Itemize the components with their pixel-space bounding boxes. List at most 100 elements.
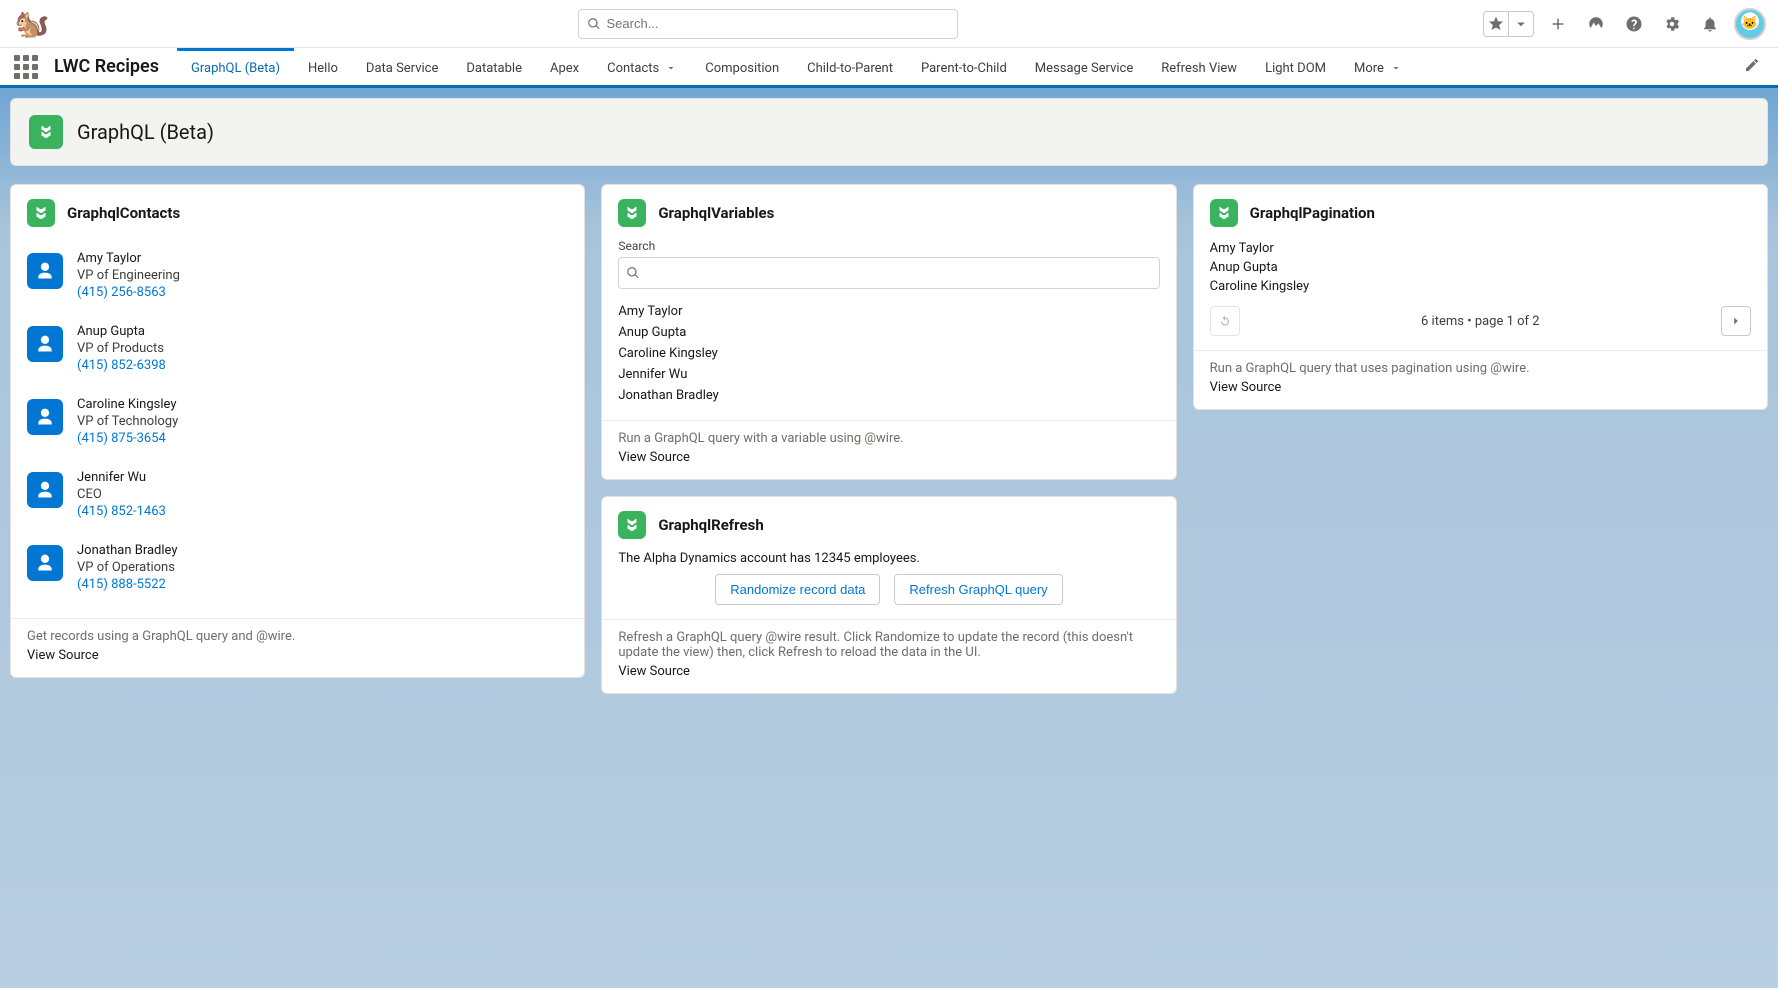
card-graphql-contacts: GraphqlContacts Amy Taylor VP of Enginee…	[10, 184, 585, 678]
refresh-query-button[interactable]: Refresh GraphQL query	[894, 574, 1062, 605]
card-desc: Run a GraphQL query with a variable usin…	[618, 431, 1159, 446]
tab-refresh-view[interactable]: Refresh View	[1147, 48, 1251, 85]
view-source-link[interactable]: View Source	[1210, 380, 1751, 395]
list-item: Caroline Kingsley	[618, 343, 1159, 364]
add-icon[interactable]	[1544, 10, 1572, 38]
search-icon	[587, 17, 601, 31]
app-launcher-icon[interactable]	[10, 51, 42, 83]
card-title: GraphqlContacts	[67, 204, 180, 222]
recipe-icon	[27, 199, 55, 227]
search-label: Search	[618, 239, 1159, 253]
contact-phone[interactable]: (415) 888-5522	[77, 577, 178, 592]
refresh-message: The Alpha Dynamics account has 12345 emp…	[618, 551, 1159, 566]
tab-child-to-parent[interactable]: Child-to-Parent	[793, 48, 907, 85]
list-item: Anup Gupta	[618, 322, 1159, 343]
view-source-link[interactable]: View Source	[27, 648, 568, 663]
card-desc: Get records using a GraphQL query and @w…	[27, 629, 568, 644]
pagination-bar: 6 items • page 1 of 2	[1210, 306, 1751, 336]
tab-parent-to-child[interactable]: Parent-to-Child	[907, 48, 1021, 85]
tab-contacts-label: Contacts	[607, 61, 659, 76]
list-item: Jonathan Bradley	[618, 385, 1159, 406]
favorite-star-icon[interactable]	[1484, 12, 1508, 36]
randomize-button[interactable]: Randomize record data	[715, 574, 880, 605]
contact-item: Jennifer Wu CEO (415) 852-1463	[27, 458, 568, 531]
contact-icon	[27, 472, 63, 508]
page-body: GraphQL (Beta) GraphqlContacts Amy Taylo…	[0, 88, 1778, 988]
tab-message-service[interactable]: Message Service	[1021, 48, 1147, 85]
page-title: GraphQL (Beta)	[77, 120, 214, 144]
contact-item: Amy Taylor VP of Engineering (415) 256-8…	[27, 239, 568, 312]
contact-name: Caroline Kingsley	[77, 397, 178, 412]
contact-item: Jonathan Bradley VP of Operations (415) …	[27, 531, 568, 604]
contact-icon	[27, 326, 63, 362]
trailhead-icon[interactable]	[1582, 10, 1610, 38]
list-item: Jennifer Wu	[618, 364, 1159, 385]
reset-page-button[interactable]	[1210, 306, 1240, 336]
global-search[interactable]	[578, 9, 958, 39]
tab-light-dom[interactable]: Light DOM	[1251, 48, 1340, 85]
contact-phone[interactable]: (415) 852-6398	[77, 358, 166, 373]
tab-more[interactable]: More	[1340, 48, 1416, 85]
app-name: LWC Recipes	[54, 56, 159, 77]
tab-composition[interactable]: Composition	[691, 48, 793, 85]
variables-search-input[interactable]	[618, 257, 1159, 289]
favorites-group	[1483, 11, 1534, 37]
tab-hello[interactable]: Hello	[294, 48, 352, 85]
contact-name: Anup Gupta	[77, 324, 166, 339]
tab-contacts[interactable]: Contacts	[593, 48, 691, 85]
app-nav: LWC Recipes GraphQL (Beta) Hello Data Se…	[0, 48, 1778, 88]
contact-item: Caroline Kingsley VP of Technology (415)…	[27, 385, 568, 458]
variables-name-list: Amy TaylorAnup GuptaCaroline KingsleyJen…	[618, 301, 1159, 406]
contact-phone[interactable]: (415) 852-1463	[77, 504, 166, 519]
card-title: GraphqlVariables	[658, 204, 774, 222]
contact-icon	[27, 545, 63, 581]
user-avatar[interactable]: 🐱	[1734, 8, 1766, 40]
list-item: Anup Gupta	[1210, 258, 1751, 277]
salesforce-logo: 🐿️	[12, 4, 52, 44]
chevron-down-icon	[665, 62, 677, 74]
view-source-link[interactable]: View Source	[618, 664, 1159, 679]
contact-title: VP of Operations	[77, 560, 178, 575]
recipe-icon	[1210, 199, 1238, 227]
pager-text: 6 items • page 1 of 2	[1250, 314, 1711, 329]
global-header: 🐿️ 🐱	[0, 0, 1778, 48]
contact-icon	[27, 253, 63, 289]
global-search-input[interactable]	[607, 16, 949, 31]
tab-apex[interactable]: Apex	[536, 48, 593, 85]
contact-title: VP of Technology	[77, 414, 178, 429]
contact-name: Amy Taylor	[77, 251, 180, 266]
recipe-icon	[29, 115, 63, 149]
list-item: Caroline Kingsley	[1210, 277, 1751, 296]
card-graphql-refresh: GraphqlRefresh The Alpha Dynamics accoun…	[601, 496, 1176, 694]
tab-more-label: More	[1354, 61, 1384, 76]
cards-grid: GraphqlContacts Amy Taylor VP of Enginee…	[10, 184, 1768, 694]
pagination-name-list: Amy TaylorAnup GuptaCaroline Kingsley	[1210, 239, 1751, 296]
next-page-button[interactable]	[1721, 306, 1751, 336]
card-graphql-pagination: GraphqlPagination Amy TaylorAnup GuptaCa…	[1193, 184, 1768, 410]
contacts-list: Amy Taylor VP of Engineering (415) 256-8…	[11, 235, 584, 618]
recipe-icon	[618, 511, 646, 539]
nav-tabs: GraphQL (Beta) Hello Data Service Datata…	[177, 48, 1416, 85]
notifications-icon[interactable]	[1696, 10, 1724, 38]
recipe-icon	[618, 199, 646, 227]
card-desc: Refresh a GraphQL query @wire result. Cl…	[618, 630, 1159, 660]
view-source-link[interactable]: View Source	[618, 450, 1159, 465]
card-title: GraphqlRefresh	[658, 516, 763, 534]
favorite-dropdown-icon[interactable]	[1509, 12, 1533, 36]
tab-graphql-beta[interactable]: GraphQL (Beta)	[177, 48, 294, 85]
contact-phone[interactable]: (415) 875-3654	[77, 431, 178, 446]
help-icon[interactable]	[1620, 10, 1648, 38]
contact-icon	[27, 399, 63, 435]
card-graphql-variables: GraphqlVariables Search Amy TaylorAnup G…	[601, 184, 1176, 480]
contact-title: VP of Products	[77, 341, 166, 356]
tab-data-service[interactable]: Data Service	[352, 48, 452, 85]
search-icon	[626, 266, 640, 280]
tab-datatable[interactable]: Datatable	[452, 48, 536, 85]
header-actions: 🐱	[1483, 8, 1766, 40]
contact-name: Jennifer Wu	[77, 470, 166, 485]
contact-phone[interactable]: (415) 256-8563	[77, 285, 180, 300]
edit-nav-icon[interactable]	[1736, 57, 1768, 77]
contact-name: Jonathan Bradley	[77, 543, 178, 558]
settings-icon[interactable]	[1658, 10, 1686, 38]
contact-title: CEO	[77, 487, 166, 502]
